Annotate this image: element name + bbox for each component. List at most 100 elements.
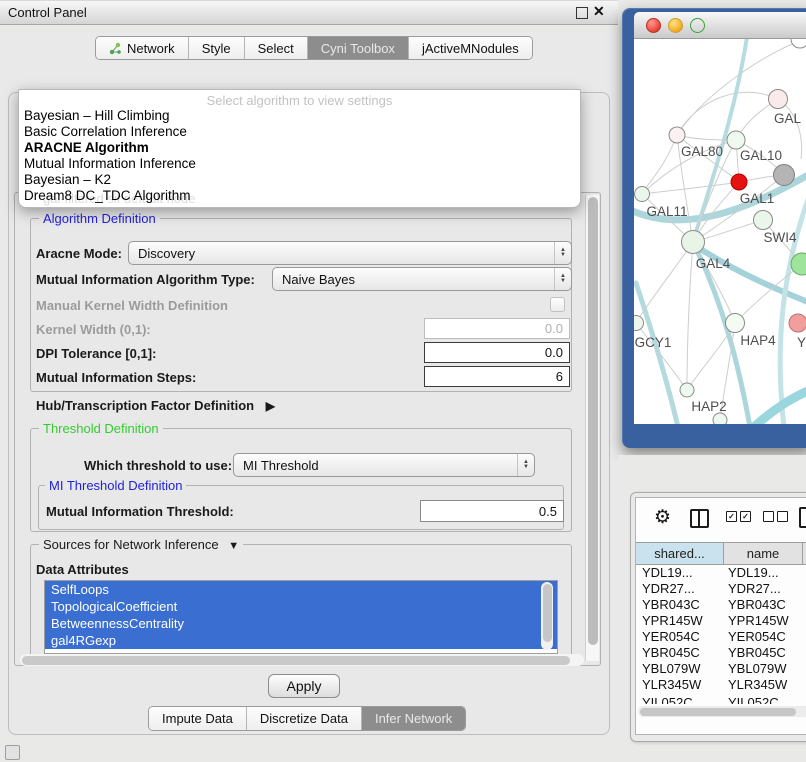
mi-type-value: Naive Bayes (273, 272, 554, 287)
tab-cyni-toolbox[interactable]: Cyni Toolbox (307, 37, 408, 59)
dpi-tolerance-field[interactable]: 0.0 (424, 342, 570, 363)
node-gcy1[interactable] (634, 316, 644, 331)
algorithm-option[interactable]: Bayesian – Hill Climbing (24, 108, 170, 123)
table-rows: YDL19...YDL19...13 YDR27...YDR27...12 YB… (636, 564, 806, 704)
tab-impute-data-label: Impute Data (162, 711, 233, 726)
node-hap4[interactable] (726, 314, 745, 333)
close-traffic-light[interactable] (646, 18, 661, 33)
which-threshold-combo[interactable]: MI Threshold ▲▼ (233, 453, 535, 477)
sources-title-text: Sources for Network Inference (43, 537, 219, 552)
algorithm-option[interactable]: Basic Correlation Inference (24, 124, 187, 139)
tab-impute-data[interactable]: Impute Data (149, 707, 246, 730)
list-item-selected[interactable]: TopologicalCoefficient (45, 598, 557, 615)
settings-scrollbar-thumb[interactable] (588, 197, 598, 645)
mi-steps-field[interactable]: 6 (424, 366, 570, 387)
control-panel-body: Network Style Select Cyni Toolbox jActiv… (0, 32, 618, 735)
tab-discretize-data-label: Discretize Data (260, 711, 348, 726)
algorithm-definition-title: Algorithm Definition (39, 211, 160, 226)
node-swi4[interactable] (754, 211, 773, 230)
mi-threshold-label: Mutual Information Threshold: (46, 504, 234, 519)
h-scrollbar-thumb[interactable] (22, 656, 570, 665)
kernel-width-field[interactable]: 0.0 (424, 318, 570, 339)
node-label: GCY1 (635, 335, 672, 350)
settings-vertical-scrollbar[interactable] (585, 195, 599, 661)
node-gal11[interactable] (635, 187, 650, 202)
mini-panel-handle[interactable] (5, 745, 20, 760)
mi-threshold-field[interactable]: 0.5 (420, 500, 564, 522)
node-gal10[interactable] (727, 131, 745, 149)
deselect-all-checkboxes-icon[interactable] (763, 511, 788, 522)
node-label: GAL4 (696, 256, 731, 271)
list-item-selected[interactable]: BetweennessCentrality (45, 615, 557, 632)
node-label: GAL (774, 111, 802, 126)
data-attributes-list[interactable]: SelfLoops TopologicalCoefficient Between… (44, 580, 558, 654)
minimize-traffic-light[interactable] (668, 18, 683, 33)
gear-icon[interactable]: ⚙ (654, 506, 671, 529)
select-all-checkboxes-icon[interactable]: ✓✓ (726, 511, 751, 522)
mi-threshold-group-title: MI Threshold Definition (45, 478, 186, 493)
collapse-down-icon[interactable]: ▼ (228, 540, 239, 552)
float-window-icon[interactable] (576, 7, 588, 19)
column-selector-icon[interactable] (690, 509, 709, 528)
table-horizontal-scrollbar[interactable] (638, 706, 806, 717)
tab-discretize-data[interactable]: Discretize Data (246, 707, 361, 730)
dpi-tolerance-label: DPI Tolerance [0,1]: (36, 346, 156, 361)
table-h-scrollbar-thumb[interactable] (640, 708, 796, 716)
table-window: ⚙ ✓✓ shared... name YDL19...YDL19...13 Y… (630, 492, 806, 742)
node-gal-partial[interactable] (769, 90, 788, 109)
node-gal1-highlighted[interactable] (731, 174, 747, 190)
list-vertical-scrollbar[interactable] (541, 582, 553, 650)
list-item-selected[interactable]: SelfLoops (45, 581, 557, 598)
apply-button[interactable]: Apply (268, 674, 340, 698)
tab-jactivemnodules-label: jActiveMNodules (422, 41, 519, 56)
data-attributes-label: Data Attributes (36, 562, 129, 577)
node-label: SWI4 (763, 230, 796, 245)
manual-kernel-checkbox[interactable] (550, 297, 565, 312)
network-canvas[interactable]: GAL GAL80 GAL10 GAL1 GAL11 SWI4 GAL4 GCY… (634, 39, 806, 424)
network-window-titlebar[interactable] (634, 12, 806, 39)
tab-network[interactable]: Network (96, 37, 188, 59)
node-gal4[interactable] (682, 231, 705, 254)
column-header-shared[interactable]: shared... (636, 542, 724, 565)
tab-style[interactable]: Style (188, 37, 244, 59)
tab-select[interactable]: Select (244, 37, 307, 59)
aracne-mode-label: Aracne Mode: (36, 246, 122, 261)
network-graph: GAL GAL80 GAL10 GAL1 GAL11 SWI4 GAL4 GCY… (634, 39, 806, 424)
zoom-traffic-light[interactable] (690, 18, 705, 33)
algorithm-option[interactable]: Dream8 DC_TDC Algorithm (24, 188, 191, 203)
collapse-right-icon[interactable]: ▶ (266, 399, 275, 413)
column-header-name[interactable]: name (724, 542, 803, 565)
tab-infer-network[interactable]: Infer Network (361, 707, 465, 730)
node-salmon[interactable] (789, 314, 806, 332)
settings-horizontal-scrollbar[interactable] (20, 654, 584, 666)
node-hap2[interactable] (680, 383, 694, 397)
algorithm-option-selected[interactable]: ARACNE Algorithm (24, 140, 149, 155)
threshold-definition-title: Threshold Definition (39, 421, 163, 436)
algorithm-option[interactable]: Bayesian – K2 (24, 172, 111, 187)
list-item-selected[interactable]: gal4RGexp (45, 632, 557, 649)
dropdown-placeholder: Select algorithm to view settings (19, 93, 580, 108)
tab-network-label: Network (127, 41, 175, 56)
node-partial-top[interactable] (791, 39, 806, 48)
manual-kernel-label: Manual Kernel Width Definition (36, 298, 228, 313)
screen: Control Panel ✕ Network Style Select Cyn… (0, 0, 806, 762)
control-panel-title: Control Panel (8, 5, 87, 20)
node-label: GAL10 (740, 148, 782, 163)
tab-cyni-toolbox-label: Cyni Toolbox (321, 41, 395, 56)
close-icon[interactable]: ✕ (593, 3, 605, 20)
export-table-icon[interactable] (799, 507, 806, 528)
node-label: GAL1 (740, 191, 775, 206)
algorithm-option[interactable]: Mutual Information Inference (24, 156, 196, 171)
node-partial-bottom[interactable] (713, 413, 727, 424)
combo-stepper-icon: ▲▼ (554, 242, 571, 264)
node-gal80[interactable] (669, 127, 685, 143)
tab-style-label: Style (202, 41, 231, 56)
mi-type-combo[interactable]: Naive Bayes ▲▼ (272, 267, 572, 291)
list-scrollbar-thumb[interactable] (543, 584, 552, 642)
hub-definition-toggle[interactable]: Hub/Transcription Factor Definition ▶ (36, 398, 275, 413)
node-gray[interactable] (774, 165, 795, 186)
bottom-tabbar: Impute Data Discretize Data Infer Networ… (148, 706, 466, 731)
which-threshold-value: MI Threshold (234, 458, 517, 473)
aracne-mode-combo[interactable]: Discovery ▲▼ (128, 241, 572, 265)
tab-jactivemnodules[interactable]: jActiveMNodules (408, 37, 532, 59)
